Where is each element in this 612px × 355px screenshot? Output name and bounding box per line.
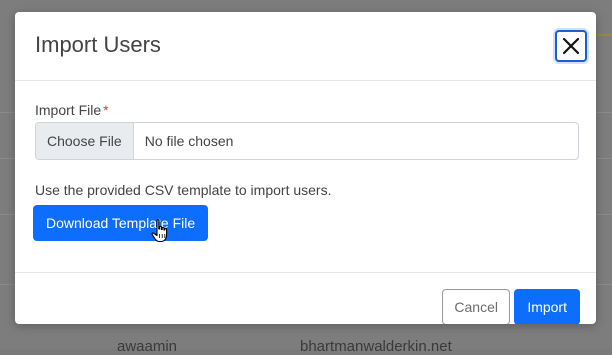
background-accent [594, 34, 612, 36]
cancel-button[interactable]: Cancel [442, 289, 510, 324]
import-users-modal: Import Users Import File * Choose File No… [15, 12, 596, 324]
template-help-text: Use the provided CSV template to import … [35, 182, 332, 198]
import-file-input[interactable]: Choose File No file chosen [35, 122, 579, 160]
import-button[interactable]: Import [514, 289, 580, 324]
close-icon [562, 37, 580, 55]
modal-header: Import Users [15, 12, 596, 81]
choose-file-button[interactable]: Choose File [36, 123, 134, 159]
required-marker: * [103, 102, 109, 118]
hand-pointer-icon [151, 219, 168, 243]
background-row-email: bhartmanwalderkin.net [300, 338, 452, 355]
import-file-label: Import File * [35, 102, 579, 118]
modal-title: Import Users [35, 32, 161, 57]
file-status-text: No file chosen [144, 133, 234, 149]
modal-body: Import File * Choose File No file chosen … [33, 102, 579, 241]
import-file-label-text: Import File [35, 102, 102, 118]
modal-footer: Cancel Import [15, 272, 596, 324]
download-template-button[interactable]: Download Template File [33, 205, 209, 241]
close-button[interactable] [555, 30, 587, 62]
background-row-username: awaamin [117, 338, 178, 355]
